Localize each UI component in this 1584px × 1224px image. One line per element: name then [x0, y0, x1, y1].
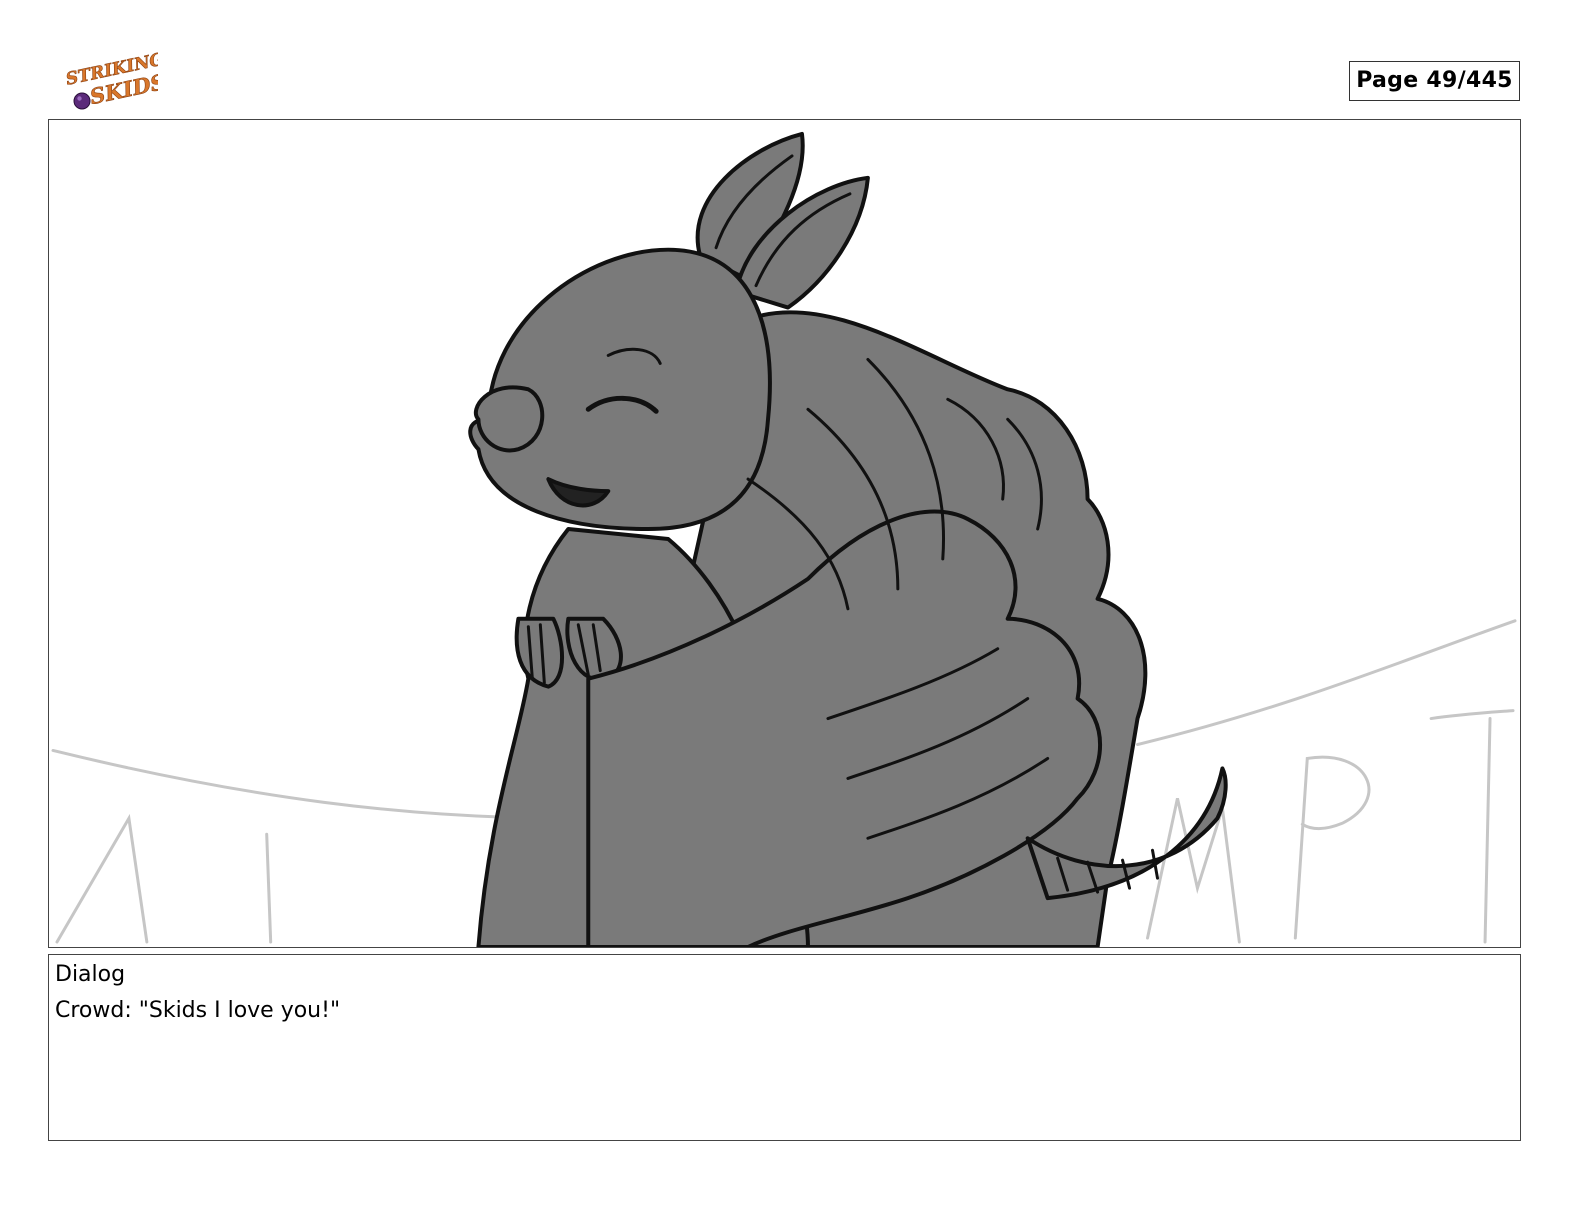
page-indicator: Page 49/445: [1349, 61, 1520, 101]
panel-drawing: [51, 131, 1517, 947]
logo-graphic: STRIKING SKIDS: [64, 49, 168, 110]
storyboard-panel: [48, 119, 1521, 948]
dialog-box: Dialog Crowd: "Skids I love you!": [48, 954, 1521, 1141]
striking-skids-logo: STRIKING SKIDS: [62, 49, 168, 116]
dialog-line: Crowd: "Skids I love you!": [55, 998, 341, 1023]
armadillo-character: [468, 131, 1228, 947]
dialog-heading: Dialog: [55, 962, 126, 987]
